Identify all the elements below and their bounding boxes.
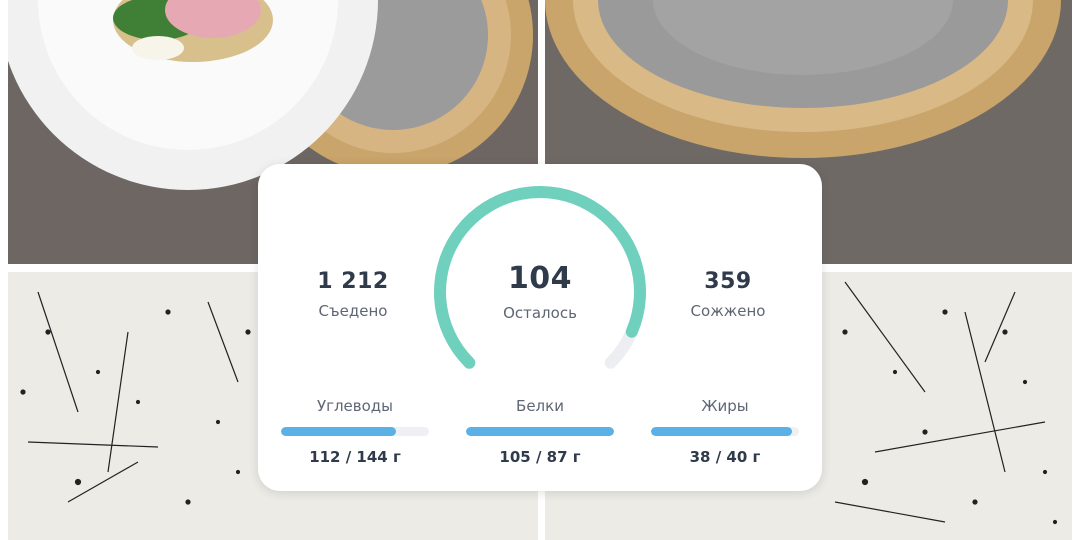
burned-label: Сожжено xyxy=(690,302,766,320)
calorie-summary-card: 1 212 Съедено 104 Осталось 359 Сожжено У… xyxy=(258,164,822,491)
eaten-label: Съедено xyxy=(318,302,388,320)
macro-progress-fill xyxy=(651,427,792,436)
macro-label: Белки xyxy=(516,397,564,415)
macro-value: 105 / 87 г xyxy=(499,448,581,466)
eaten-value: 1 212 xyxy=(317,269,389,294)
macro-progress-fill xyxy=(281,427,397,436)
macro-label: Жиры xyxy=(701,397,749,415)
macro-carbs: Углеводы 112 / 144 г xyxy=(280,397,430,466)
remaining-value: 104 xyxy=(507,261,573,296)
macro-fat: Жиры 38 / 40 г xyxy=(650,397,800,466)
macro-progress-track xyxy=(466,427,614,436)
macro-progress-track xyxy=(651,427,799,436)
remaining-label: Осталось xyxy=(503,304,577,322)
burned-value: 359 xyxy=(704,269,752,294)
macro-value: 38 / 40 г xyxy=(689,448,761,466)
eaten-stat: 1 212 Съедено xyxy=(263,269,443,320)
macro-progress-track xyxy=(281,427,429,436)
burned-stat: 359 Сожжено xyxy=(638,269,818,320)
macro-protein: Белки 105 / 87 г xyxy=(465,397,615,466)
macro-progress-fill xyxy=(466,427,614,436)
remaining-stat: 104 Осталось xyxy=(450,261,630,322)
macro-label: Углеводы xyxy=(316,397,394,415)
macro-value: 112 / 144 г xyxy=(309,448,401,466)
